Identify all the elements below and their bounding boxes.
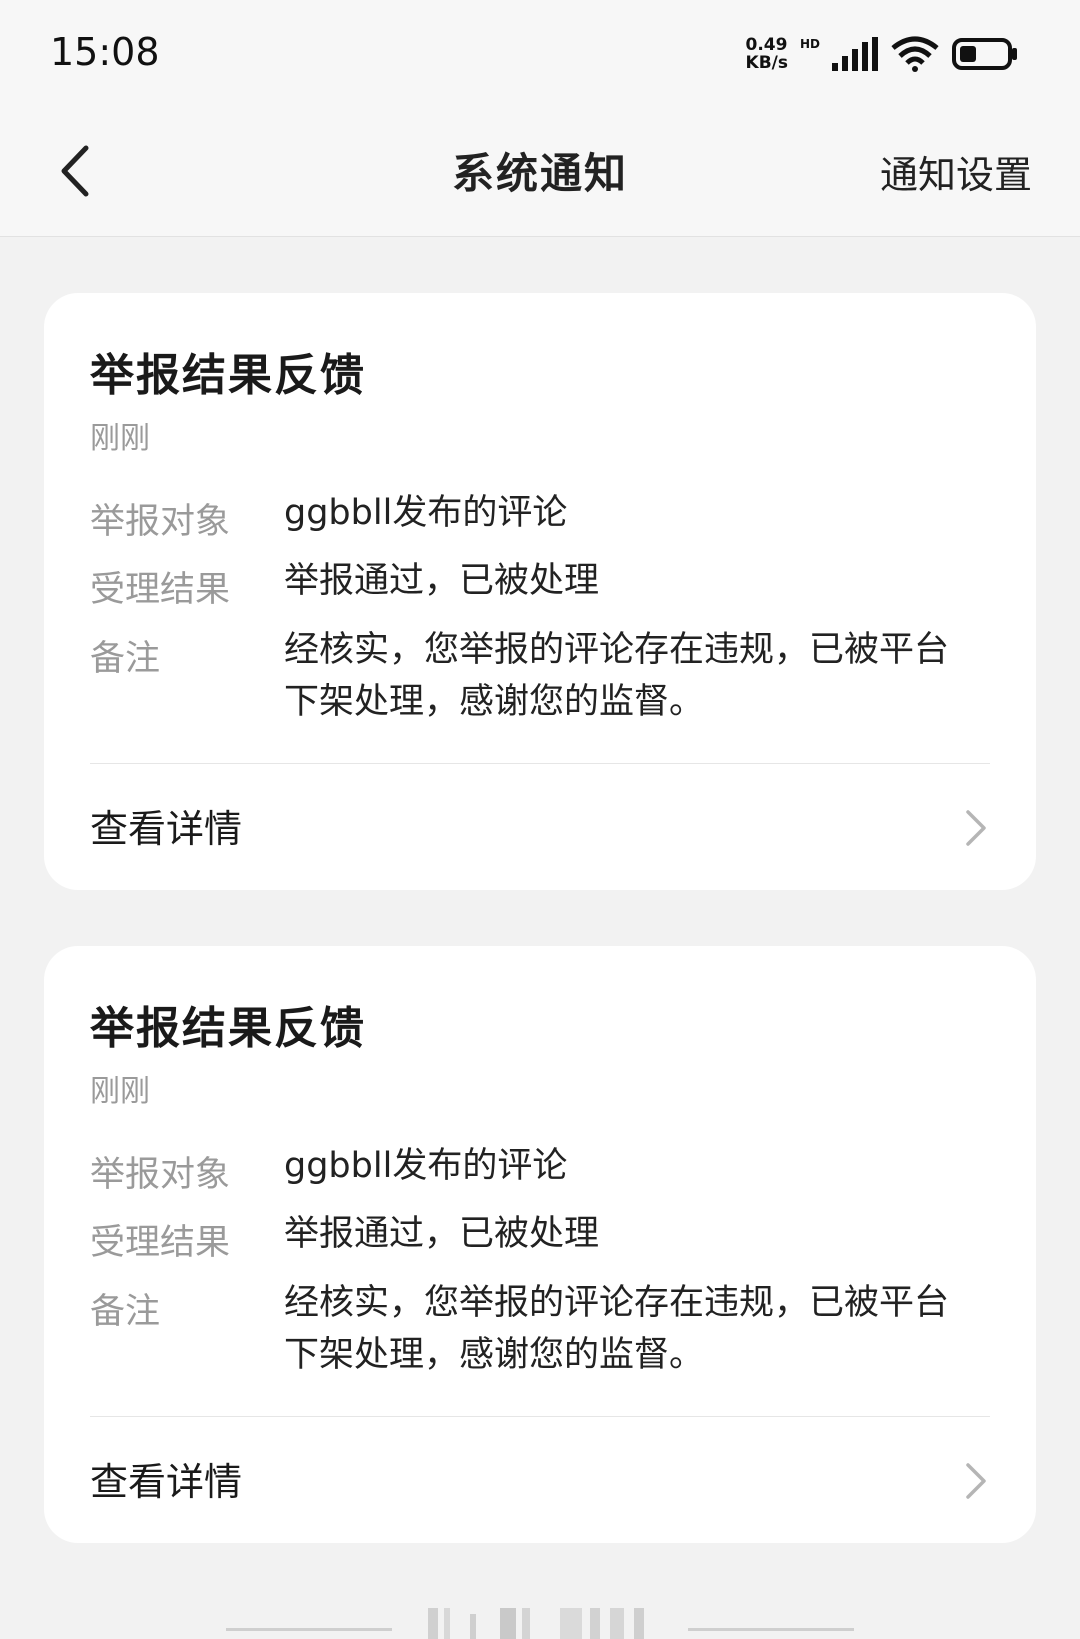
- report-target-label: 举报对象: [90, 502, 231, 542]
- result-label: 受理结果: [90, 1223, 231, 1263]
- result-value: 举报通过，已被处理: [284, 1214, 600, 1254]
- chevron-right-icon: [966, 810, 986, 846]
- status-icons: 0.49 KB/s HD: [746, 36, 1018, 72]
- report-target-label: 举报对象: [90, 1155, 231, 1195]
- notification-card: 举报结果反馈 刚刚 举报对象 ggbbll发布的评论 受理结果 举报通过，已被处…: [44, 293, 1036, 890]
- view-details-button[interactable]: 查看详情: [90, 768, 990, 888]
- chevron-right-icon: [966, 1463, 986, 1499]
- view-details-button[interactable]: 查看详情: [90, 1421, 990, 1541]
- nav-header: 系统通知 通知设置: [0, 110, 1080, 237]
- remark-label: 备注: [90, 639, 161, 679]
- status-bar: 15:08 0.49 KB/s HD: [0, 0, 1080, 110]
- notification-title: 举报结果反馈: [90, 350, 366, 401]
- notification-settings-button[interactable]: 通知设置: [880, 144, 1032, 199]
- signal-icon: [832, 37, 878, 71]
- notification-card: 举报结果反馈 刚刚 举报对象 ggbbll发布的评论 受理结果 举报通过，已被处…: [44, 946, 1036, 1543]
- partial-next-item: [226, 1608, 854, 1639]
- battery-icon: [952, 38, 1017, 70]
- result-value: 举报通过，已被处理: [284, 561, 600, 601]
- notification-title: 举报结果反馈: [90, 1003, 366, 1054]
- notification-time: 刚刚: [90, 1074, 150, 1109]
- wifi-icon: [891, 36, 939, 72]
- report-target-value: ggbbll发布的评论: [284, 1146, 568, 1186]
- remark-value: 经核实，您举报的评论存在违规，已被平台下架处理，感谢您的监督。: [284, 1283, 950, 1375]
- view-details-label: 查看详情: [90, 807, 243, 851]
- remark-value: 经核实，您举报的评论存在违规，已被平台下架处理，感谢您的监督。: [284, 630, 950, 722]
- view-details-label: 查看详情: [90, 1460, 243, 1504]
- card-divider: [90, 1416, 990, 1417]
- hd-label: HD: [799, 37, 820, 51]
- network-speed-unit: KB/s: [745, 53, 788, 73]
- card-divider: [90, 763, 990, 764]
- network-speed-value: 0.49: [745, 35, 788, 55]
- report-target-value: ggbbll发布的评论: [284, 493, 568, 533]
- remark-label: 备注: [90, 1292, 161, 1332]
- notification-time: 刚刚: [90, 421, 150, 456]
- status-time: 15:08: [50, 30, 160, 74]
- network-speed: 0.49 KB/s: [746, 36, 788, 72]
- result-label: 受理结果: [90, 570, 231, 610]
